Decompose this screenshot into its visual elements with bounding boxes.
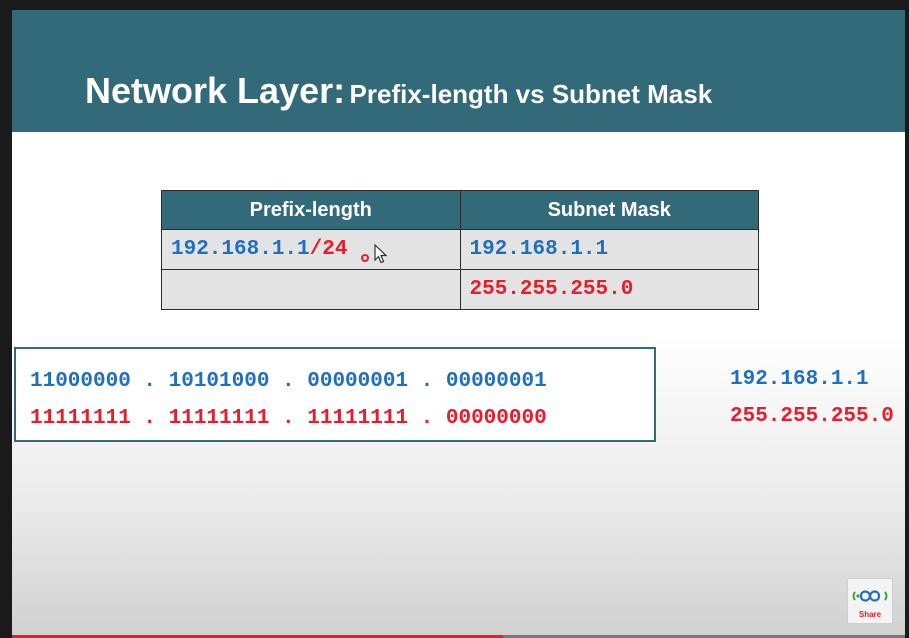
decimal-mask: 255.255.255.0 (730, 405, 894, 428)
logo-text: Share (858, 610, 882, 619)
prefix-slash: /24 (309, 238, 348, 261)
binary-box: 11000000 . 10101000 . 00000001 . 0000000… (14, 347, 656, 442)
empty-cell (161, 269, 461, 310)
title-main: Network Layer: (85, 70, 346, 111)
channel-logo[interactable]: Share (847, 578, 893, 624)
table-row: 192.168.1.1/24 192.168.1.1 (161, 229, 759, 270)
slide-title: Network Layer: Prefix-length vs Subnet M… (85, 70, 712, 112)
binary-mask-row: 11111111 . 11111111 . 11111111 . 0000000… (30, 407, 547, 430)
table-row: 255.255.255.0 (161, 269, 759, 310)
mask-value-cell: 255.255.255.0 (459, 269, 759, 310)
click-indicator (361, 254, 369, 262)
title-sub: Prefix-length vs Subnet Mask (349, 79, 713, 109)
title-bar: Network Layer: Prefix-length vs Subnet M… (12, 10, 905, 132)
table-header-row: Prefix-length Subnet Mask (161, 190, 759, 230)
comparison-table: Prefix-length Subnet Mask 192.168.1.1/24… (161, 190, 759, 310)
prefix-ip: 192.168.1.1 (171, 238, 310, 261)
slide: Network Layer: Prefix-length vs Subnet M… (12, 10, 905, 638)
infinity-share-icon (852, 590, 888, 602)
header-prefix-length: Prefix-length (161, 190, 461, 230)
prefix-cell: 192.168.1.1/24 (161, 229, 461, 270)
binary-ip-row: 11000000 . 10101000 . 00000001 . 0000000… (30, 370, 547, 393)
mouse-pointer-icon (374, 244, 388, 264)
header-subnet-mask: Subnet Mask (459, 190, 759, 230)
mask-ip-cell: 192.168.1.1 (459, 229, 759, 270)
decimal-ip: 192.168.1.1 (730, 368, 869, 391)
